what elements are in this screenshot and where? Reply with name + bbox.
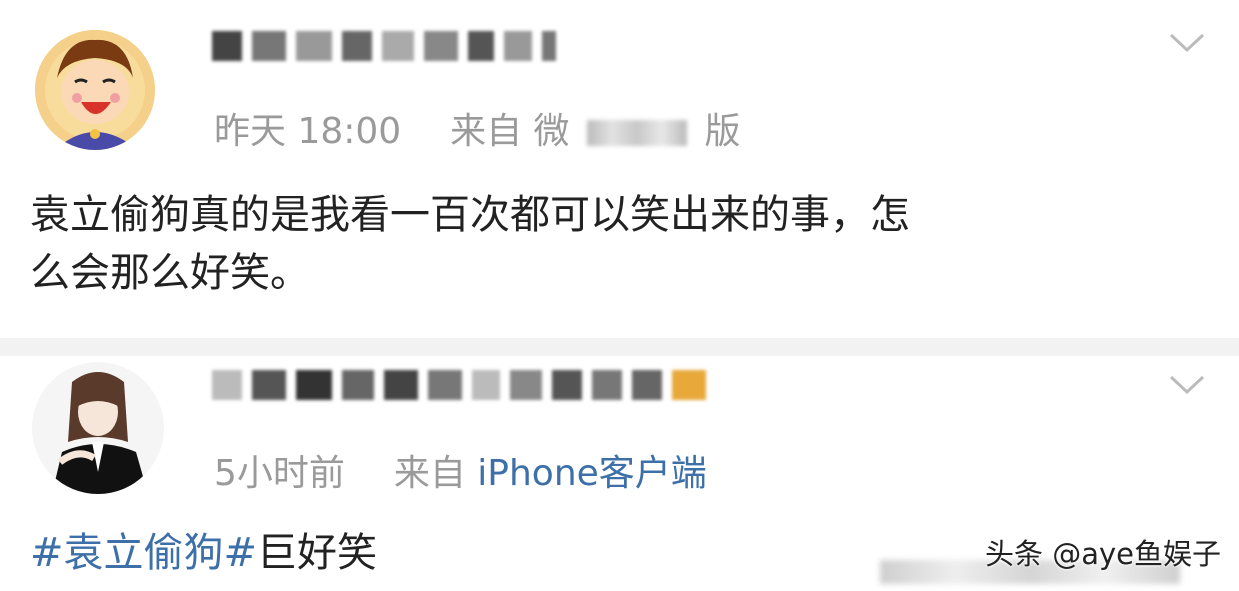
avatar[interactable] [35, 30, 155, 150]
post-content: 袁立偷狗真的是我看一百次都可以笑出来的事，怎 么会那么好笑。 [30, 186, 910, 302]
post-source: 来自 微 [450, 111, 570, 152]
post-source: 来自 [393, 453, 466, 494]
divider [0, 338, 1239, 356]
anime-character-avatar-icon [32, 362, 164, 494]
post-content-line: 么会那么好笑。 [30, 250, 310, 296]
post-content-text: 巨好笑 [257, 530, 378, 576]
chevron-down-icon[interactable] [1168, 374, 1206, 396]
post-meta: 5小时前 来自 iPhone客户端 [214, 444, 707, 496]
source-blurred [587, 120, 688, 146]
cartoon-boy-avatar-icon [35, 30, 155, 150]
post-time: 5小时前 [214, 453, 345, 494]
username-blurred[interactable] [212, 26, 556, 66]
post-content: #袁立偷狗#巨好笑 [30, 524, 377, 582]
post-meta: 昨天 18:00 来自 微 版 [214, 102, 740, 154]
username-blurred[interactable] [212, 365, 706, 405]
post-source-suffix: 版 [704, 111, 741, 152]
avatar[interactable] [32, 362, 164, 494]
post-content-line: 袁立偷狗真的是我看一百次都可以笑出来的事，怎 [30, 192, 910, 238]
source-link[interactable]: iPhone客户端 [477, 453, 707, 494]
watermark: 头条 @aye鱼娱子 [985, 537, 1221, 571]
post-time: 昨天 18:00 [214, 111, 402, 152]
chevron-down-icon[interactable] [1168, 32, 1206, 54]
hashtag-link[interactable]: #袁立偷狗# [30, 530, 257, 576]
